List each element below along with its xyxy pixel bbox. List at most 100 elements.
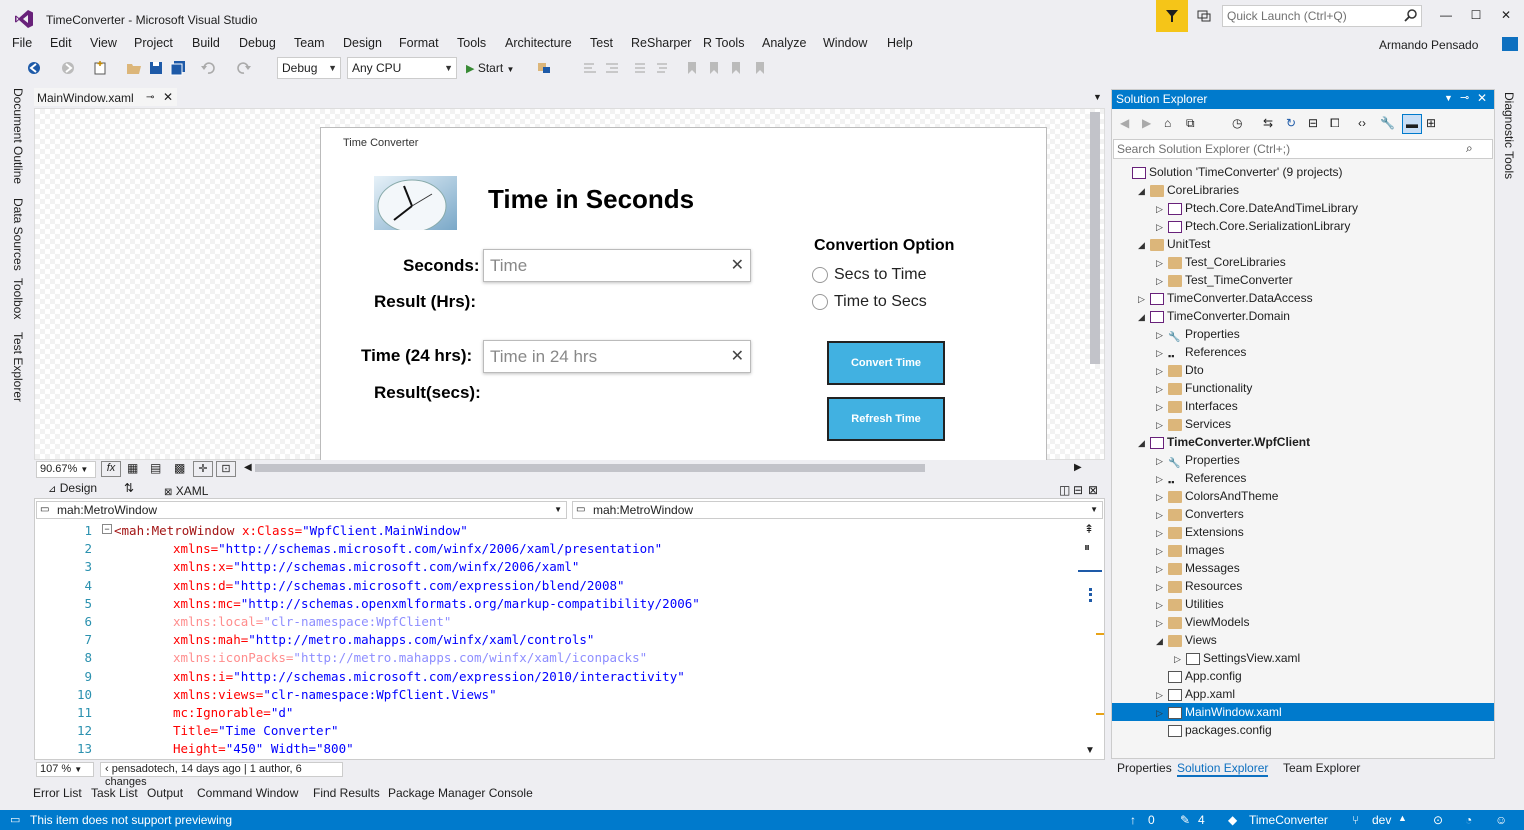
menu-tools[interactable]: Tools	[457, 36, 486, 50]
repository-icon[interactable]: ◆	[1228, 813, 1237, 827]
code-line[interactable]: 5 xmlns:mc="http://schemas.openxmlformats…	[36, 595, 1076, 613]
indent-icon[interactable]	[604, 60, 620, 76]
code-line[interactable]: 10 xmlns:views="clr-namespace:WpfClient.V…	[36, 686, 1076, 704]
layout-icon[interactable]: ▤	[150, 461, 161, 475]
align-icon[interactable]	[582, 60, 598, 76]
seconds-input[interactable]: Time ✕	[483, 249, 751, 282]
time24-input[interactable]: Time in 24 hrs ✕	[483, 340, 751, 373]
expander-icon[interactable]: ▷	[1156, 560, 1168, 578]
clear-icon[interactable]: ✕	[731, 341, 744, 372]
start-button[interactable]: ▶ Start ▼	[466, 58, 514, 78]
tree-item[interactable]: ▷ TimeConverter.DataAccess	[1138, 289, 1313, 307]
tree-item[interactable]: ▷ ViewModels	[1156, 613, 1249, 631]
pause-icon[interactable]: ⏸	[1084, 540, 1090, 555]
show-all-files-icon[interactable]: ⧠	[1330, 116, 1340, 131]
menu-help[interactable]: Help	[887, 36, 913, 50]
panel-menu-icon[interactable]: ▼	[1444, 93, 1453, 103]
designer-zoom-combo[interactable]: 90.67% ▼	[36, 461, 96, 478]
new-project-icon[interactable]	[92, 60, 108, 76]
tree-item[interactable]: ◢ CoreLibraries	[1138, 181, 1239, 199]
designer-horizontal-scrollbar[interactable]	[255, 464, 925, 472]
tree-item[interactable]: ▷ Images	[1156, 541, 1224, 559]
expander-icon[interactable]: ▷	[1156, 452, 1168, 470]
tree-item[interactable]: ▷ Test_CoreLibraries	[1156, 253, 1286, 271]
tab-properties[interactable]: Properties	[1117, 761, 1172, 775]
expander-icon[interactable]: ▷	[1156, 326, 1168, 344]
close-window-button[interactable]: ✕	[1498, 8, 1514, 24]
code-line[interactable]: 1 <mah:MetroWindow x:Class="WpfClient.Mai…	[36, 522, 1076, 540]
expander-icon[interactable]: ▷	[1156, 200, 1168, 218]
menu-file[interactable]: File	[12, 36, 32, 50]
notifications-flag-icon[interactable]	[1156, 0, 1188, 32]
tree-item[interactable]: ▷ Interfaces	[1156, 397, 1238, 415]
menu-format[interactable]: Format	[399, 36, 439, 50]
expander-icon[interactable]: ▷	[1156, 488, 1168, 506]
tree-item[interactable]: packages.config	[1156, 721, 1272, 739]
grid-icon[interactable]: ▦	[127, 461, 138, 475]
tree-item[interactable]: App.config	[1156, 667, 1242, 685]
solution-explorer-search[interactable]: Search Solution Explorer (Ctrl+;)	[1113, 139, 1493, 159]
notifications-icon[interactable]: ◔	[1465, 813, 1472, 827]
feedback-status-icon[interactable]: ☺	[1495, 813, 1507, 827]
code-line[interactable]: 13 Height="450" Width="800"	[36, 740, 1076, 758]
close-tab-icon[interactable]: ✕	[163, 90, 173, 104]
nav-right-combo[interactable]: ▭ mah:MetroWindow ▼	[572, 501, 1103, 519]
menu-project[interactable]: Project	[134, 36, 173, 50]
designer-vertical-scrollbar[interactable]	[1090, 112, 1100, 364]
tab-xaml[interactable]: ⊠ XAML	[164, 484, 208, 498]
menu-test[interactable]: Test	[590, 36, 613, 50]
expander-icon[interactable]: ▷	[1156, 398, 1168, 416]
search-icon[interactable]: ⌕	[1466, 141, 1473, 156]
menu-architecture[interactable]: Architecture	[505, 36, 572, 50]
expander-icon[interactable]: ▷	[1156, 578, 1168, 596]
config-combo[interactable]: Debug ▼	[277, 57, 341, 79]
tree-item[interactable]: ▷ Messages	[1156, 559, 1240, 577]
codelens-info[interactable]: ‹ pensadotech, 14 days ago | 1 author, 6…	[100, 762, 343, 788]
clear-icon[interactable]: ✕	[731, 250, 744, 281]
tree-item[interactable]: ▷ ▪▪ References	[1156, 469, 1246, 487]
save-all-icon[interactable]	[170, 60, 186, 76]
radio-secs-to-time[interactable]	[812, 267, 828, 283]
checker-icon[interactable]: ▩	[174, 461, 185, 475]
back-icon[interactable]: ◀	[1120, 116, 1129, 130]
tab-find-results[interactable]: Find Results	[313, 786, 380, 800]
tree-item[interactable]: ◢ UnitTest	[1138, 235, 1210, 253]
tree-item[interactable]: ◢ Views	[1156, 631, 1217, 649]
tree-item[interactable]: ▷ 🔧 Properties	[1156, 325, 1240, 343]
editor-vertical-scrollbar[interactable]	[1077, 520, 1103, 760]
code-line[interactable]: 4 xmlns:d="http://schemas.microsoft.com/e…	[36, 577, 1076, 595]
refresh-icon[interactable]: ↻	[1286, 116, 1296, 130]
menu-resharper[interactable]: ReSharper	[631, 36, 691, 50]
code-line[interactable]: 2 xmlns="http://schemas.microsoft.com/win…	[36, 540, 1076, 558]
user-avatar-icon[interactable]	[1502, 37, 1518, 51]
expander-icon[interactable]: ◢	[1138, 182, 1150, 200]
side-tab-diagnostic-tools[interactable]: Diagnostic Tools	[1502, 92, 1516, 179]
radio-time-to-secs[interactable]	[812, 294, 828, 310]
expander-icon[interactable]: ◢	[1138, 236, 1150, 254]
code-line[interactable]: 7 xmlns:mah="http://metro.mahapps.com/win…	[36, 631, 1076, 649]
download-icon[interactable]: ⊙	[1433, 813, 1443, 827]
tree-item[interactable]: ▷ Resources	[1156, 577, 1242, 595]
pending-changes-filter-icon[interactable]: ◷	[1232, 116, 1242, 130]
expander-icon[interactable]: ▷	[1156, 506, 1168, 524]
tree-item[interactable]: ▷ ColorsAndTheme	[1156, 487, 1278, 505]
preview-icon[interactable]: ▬	[1402, 114, 1422, 134]
tree-item[interactable]: ▷ Services	[1156, 415, 1231, 433]
expander-icon[interactable]: ▷	[1156, 272, 1168, 290]
tree-item[interactable]: ▷ Converters	[1156, 505, 1244, 523]
nav-left-combo[interactable]: ▭ mah:MetroWindow ▼	[36, 501, 567, 519]
snap-grid-icon[interactable]: ✛	[193, 461, 213, 477]
expander-icon[interactable]: ▷	[1156, 344, 1168, 362]
menu-r-tools[interactable]: R Tools	[703, 36, 744, 50]
maximize-button[interactable]: ☐	[1468, 8, 1484, 24]
expander-icon[interactable]: ◢	[1138, 434, 1150, 452]
expander-icon[interactable]: ▷	[1156, 596, 1168, 614]
tree-item-selected[interactable]: ▷ MainWindow.xaml	[1112, 703, 1494, 721]
snap-lines-icon[interactable]: ⊡	[216, 461, 236, 477]
tab-team-explorer[interactable]: Team Explorer	[1283, 761, 1360, 775]
editor-zoom-combo[interactable]: 107 % ▼	[36, 762, 94, 777]
collapse-all-icon[interactable]: ⊟	[1308, 116, 1318, 130]
pencil-icon[interactable]: ✎	[1180, 813, 1190, 827]
convert-time-button[interactable]: Convert Time	[827, 341, 945, 385]
properties-icon[interactable]: 🔧	[1380, 116, 1395, 130]
